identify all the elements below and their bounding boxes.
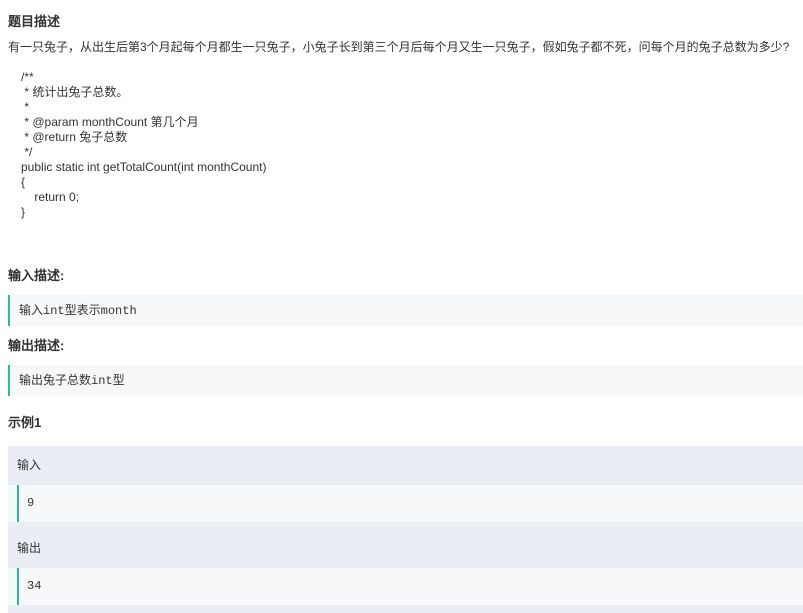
example-input-value: 9: [27, 496, 35, 510]
input-description-prefix: 输入: [19, 303, 44, 317]
example-output-box: 34: [8, 568, 803, 605]
code-line: * @param monthCount 第几个月: [21, 115, 199, 129]
code-line: }: [21, 205, 26, 219]
input-description-middle: 型表示: [64, 303, 101, 317]
output-description-code: int: [91, 374, 113, 388]
example-output-value: 34: [27, 579, 42, 593]
output-description-text: 输出兔子总数int型: [19, 365, 125, 396]
code-line: *: [21, 100, 30, 114]
example-title: 示例1: [8, 415, 42, 430]
code-line: return 0;: [21, 190, 80, 204]
input-description-text: 输入int型表示month: [19, 295, 137, 326]
input-description-code-month: month: [100, 304, 137, 318]
output-description-suffix: 型: [112, 373, 125, 387]
problem-page: 题目描述 有一只兔子，从出生后第3个月起每个月都生一只兔子，小兔子长到第三个月后…: [0, 0, 803, 613]
example-output-accent: [17, 568, 19, 605]
code-line: * 统计出兔子总数。: [21, 85, 129, 99]
example-input-accent: [17, 485, 19, 522]
problem-title: 题目描述: [8, 14, 61, 29]
input-description-code: int: [43, 304, 65, 318]
code-line: {: [21, 175, 26, 189]
problem-description: 有一只兔子，从出生后第3个月起每个月都生一只兔子，小兔子长到第三个月后每个月又生…: [8, 40, 790, 54]
output-description-title: 输出描述:: [8, 338, 65, 353]
input-description-title: 输入描述:: [8, 268, 65, 283]
code-line: /**: [21, 70, 34, 84]
output-description-prefix: 输出兔子总数: [19, 373, 92, 387]
example-input-label: 输入: [17, 458, 42, 472]
code-snippet: /** * 统计出兔子总数。 * * @param monthCount 第几个…: [21, 70, 266, 220]
input-description-box: 输入int型表示month: [8, 295, 803, 326]
example-panel: 输入 9 输出 34: [8, 446, 803, 613]
example-output-label: 输出: [17, 541, 42, 555]
output-description-box: 输出兔子总数int型: [8, 365, 803, 396]
code-line: * @return 兔子总数: [21, 130, 128, 144]
code-line: public static int getTotalCount(int mont…: [21, 160, 267, 174]
code-line: */: [21, 145, 33, 159]
example-input-box: 9: [8, 485, 803, 522]
